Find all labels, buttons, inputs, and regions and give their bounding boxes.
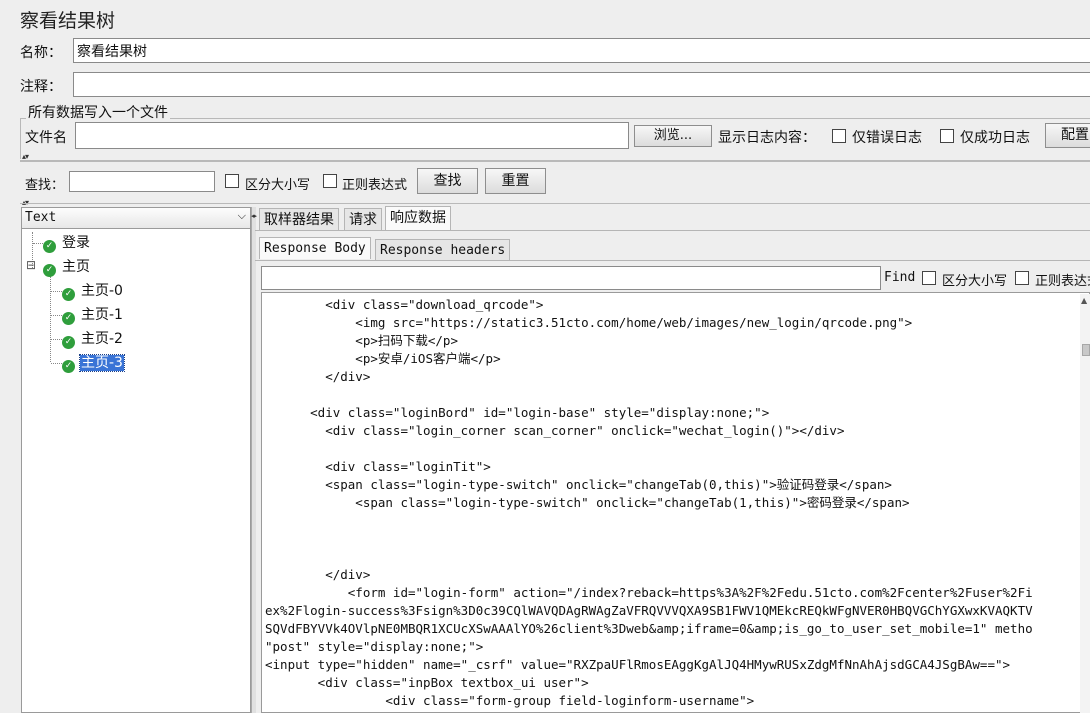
panel-title: 察看结果树 [20, 10, 116, 32]
tree-connector [51, 339, 62, 340]
success-only-label: 仅成功日志 [960, 130, 1030, 146]
code-line: <img src="https://static3.51cto.com/home… [265, 315, 913, 330]
success-check-icon: ✓ [43, 264, 56, 277]
errors-only-label: 仅错误日志 [852, 130, 922, 146]
response-scrollbar[interactable] [1080, 294, 1090, 713]
collapse-toggle-icon[interactable]: ⊟ [26, 259, 36, 271]
splitter-arrows-icon[interactable]: ◂▸ [251, 212, 257, 220]
success-check-icon: ✓ [43, 240, 56, 253]
tree-connector [51, 363, 62, 364]
filename-field[interactable] [75, 122, 629, 149]
scroll-up-arrow-icon[interactable]: ▲ [1081, 296, 1087, 305]
subtab-divider [255, 260, 1090, 261]
tab-divider [255, 230, 1090, 231]
body-case-checkbox[interactable] [922, 271, 936, 285]
tree-item-label: 主页 [62, 259, 90, 275]
tab-sampler-result[interactable]: 取样器结果 [259, 208, 339, 230]
file-group-legend: 所有数据写入一个文件 [26, 102, 170, 122]
code-line: <p>扫码下载</p> [265, 333, 458, 348]
splitter-bar[interactable] [20, 203, 1090, 204]
errors-only-checkbox[interactable] [832, 129, 846, 143]
tree-connector [33, 243, 43, 244]
name-field[interactable]: 察看结果树 [73, 38, 1090, 63]
body-regex-checkbox[interactable] [1015, 271, 1029, 285]
tab-response-data[interactable]: 响应数据 [385, 206, 451, 230]
code-line: <div class="form-group field-loginform-u… [265, 693, 755, 708]
chevron-down-icon: ⌵ [237, 209, 246, 222]
response-body-text[interactable]: <div class="download_qrcode"> <img src="… [261, 292, 1090, 713]
tree-item-label: 主页-1 [81, 307, 123, 323]
code-line: <div class="inpBox textbox_ui user"> [265, 675, 589, 690]
tab-response-headers[interactable]: Response headers [375, 239, 511, 260]
code-line: <span class="login-type-switch" onclick=… [265, 477, 892, 492]
code-line: <form id="login-form" action="/index?reb… [265, 585, 1033, 600]
success-check-icon: ✓ [62, 360, 75, 373]
tree-connector [51, 315, 62, 316]
tree-connector [50, 276, 51, 362]
renderer-selected: Text [25, 210, 57, 225]
success-only-checkbox[interactable] [940, 129, 954, 143]
find-button[interactable]: 查找 [417, 168, 478, 194]
code-line: </div> [265, 567, 371, 582]
tree-item-login[interactable]: ✓ 登录 [43, 233, 91, 253]
renderer-select[interactable]: Text ⌵ [21, 207, 251, 229]
name-label: 名称： [20, 45, 62, 61]
code-line: ex%2Flogin-success%3Fsign%3D0c39CQlWAVQD… [265, 603, 1033, 618]
body-find-input[interactable] [261, 266, 881, 290]
log-content-label: 显示日志内容： [718, 130, 816, 146]
config-button[interactable]: 配置 [1045, 123, 1090, 148]
tree-item-label: 登录 [62, 235, 90, 251]
regex-label: 正则表达式 [342, 178, 408, 193]
code-line: <div class="login_corner scan_corner" on… [265, 423, 845, 438]
body-find-label: Find [884, 270, 916, 285]
success-check-icon: ✓ [62, 288, 75, 301]
code-line: SQVdFBYVVk4OVlpNE0MBQR1XCUcXSwAAAlYO%26c… [265, 621, 1033, 636]
splitter-bar[interactable] [20, 160, 1090, 162]
regex-checkbox[interactable] [323, 174, 337, 188]
tree-item-home-3[interactable]: ✓ 主页-3 [62, 353, 125, 373]
code-line: <p>安卓/iOS客户端</p> [265, 351, 501, 366]
vertical-splitter[interactable] [251, 207, 256, 713]
tree-item-home[interactable]: ✓ 主页 [43, 257, 91, 277]
tree-item-label: 主页-3 [79, 354, 125, 372]
code-line: <div class="loginTit"> [265, 459, 491, 474]
tree-item-home-2[interactable]: ✓ 主页-2 [62, 329, 124, 349]
code-line: </div> [265, 369, 371, 384]
name-value: 察看结果树 [77, 44, 147, 60]
filename-label: 文件名 [25, 130, 67, 146]
tree-item-home-0[interactable]: ✓ 主页-0 [62, 281, 124, 301]
scrollbar-thumb[interactable] [1082, 344, 1090, 356]
search-input[interactable] [69, 171, 215, 192]
case-sensitive-checkbox[interactable] [225, 174, 239, 188]
browse-button[interactable]: 浏览... [634, 125, 712, 147]
code-line: <input type="hidden" name="_csrf" value=… [265, 657, 1011, 672]
tab-request[interactable]: 请求 [344, 208, 382, 230]
tree-item-label: 主页-0 [81, 283, 123, 299]
reset-button[interactable]: 重置 [485, 168, 546, 194]
tab-response-body[interactable]: Response Body [259, 237, 371, 259]
body-case-label: 区分大小写 [942, 274, 1008, 289]
result-tree-panel [21, 207, 251, 713]
success-check-icon: ✓ [62, 336, 75, 349]
search-label: 查找： [25, 178, 65, 193]
tree-item-label: 主页-2 [81, 331, 123, 347]
tree-item-home-1[interactable]: ✓ 主页-1 [62, 305, 124, 325]
code-line: <div class="loginBord" id="login-base" s… [265, 405, 770, 420]
success-check-icon: ✓ [62, 312, 75, 325]
body-regex-label: 正则表达式 [1035, 274, 1090, 289]
code-line: <div class="download_qrcode"> [265, 297, 544, 312]
case-sensitive-label: 区分大小写 [245, 178, 311, 193]
comment-label: 注释： [20, 79, 62, 95]
code-line: <span class="login-type-switch" onclick=… [265, 495, 910, 510]
comment-field[interactable] [73, 72, 1090, 97]
tree-connector [51, 291, 62, 292]
code-line: "post" style="display:none;"> [265, 639, 484, 654]
